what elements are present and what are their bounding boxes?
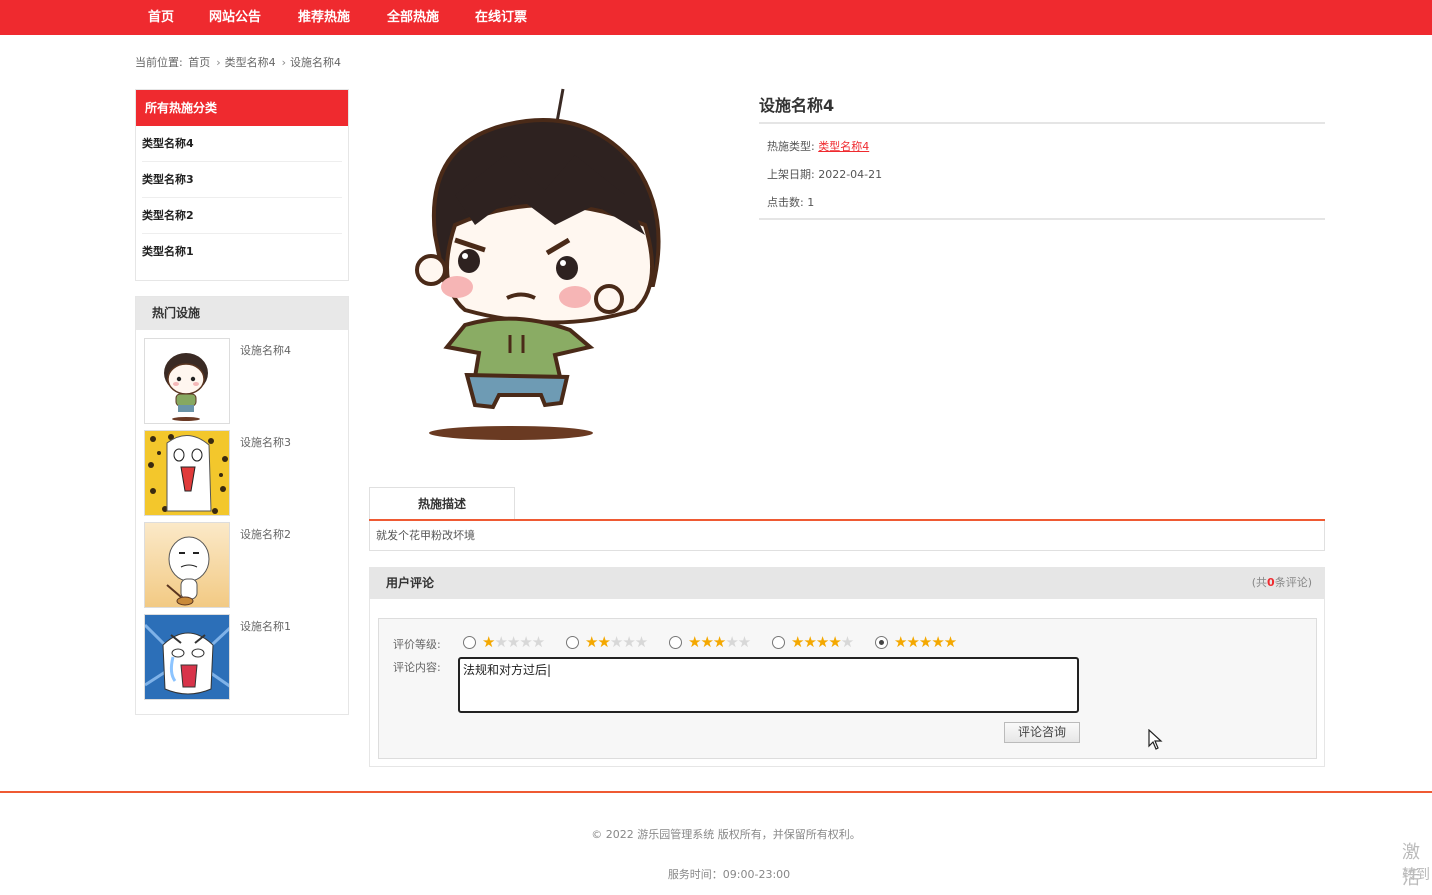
rating-stars-1: ★★★★★: [482, 633, 545, 651]
cartoon-boy-image: [145, 339, 229, 423]
breadcrumb: 当前位置: 首页 › 类型名称4 › 设施名称4: [135, 54, 343, 70]
footer-hours: 服务时间：09:00-23:00: [667, 868, 791, 881]
reviews-count: (共0条评论): [1252, 567, 1312, 599]
hot-facility-item[interactable]: 设施名称4: [144, 338, 344, 426]
hot-facilities-panel: 热门设施 设施名称4 设施名称3 设施名称2 设施名称1: [135, 296, 349, 715]
rating-stars-2: ★★★★★: [585, 633, 648, 651]
category-list: 类型名称4 类型名称3 类型名称2 类型名称1: [136, 126, 348, 270]
cartoon-drummer-image: [145, 523, 229, 607]
facility-thumbnail[interactable]: [144, 614, 230, 700]
footer-copyright: © 2022 游乐园管理系统 版权所有，并保留所有权利。: [591, 828, 861, 841]
category-item[interactable]: 类型名称2: [142, 198, 342, 234]
divider: [759, 122, 1325, 124]
content-label: 评论内容:: [393, 661, 441, 674]
nav-all-facilities[interactable]: 全部热施: [387, 0, 439, 35]
review-content-input[interactable]: 法规和对方过后|: [458, 657, 1079, 713]
rating-stars-4: ★★★★★: [791, 633, 854, 651]
hot-facility-item[interactable]: 设施名称2: [144, 522, 344, 610]
rating-stars-5: ★★★★★: [894, 633, 957, 651]
category-item[interactable]: 类型名称4: [142, 126, 342, 162]
reviews-title: 用户评论: [386, 576, 435, 590]
facility-date-row: 上架日期: 2022-04-21: [767, 166, 882, 182]
facility-thumbnail[interactable]: [144, 430, 230, 516]
chevron-right-icon: ›: [281, 56, 287, 69]
facility-name[interactable]: 设施名称2: [240, 526, 291, 542]
reviews-header: 用户评论 (共0条评论): [369, 567, 1325, 599]
cartoon-boy-large-image: [415, 88, 661, 440]
facility-thumbnail[interactable]: [144, 522, 230, 608]
chevron-right-icon: ›: [216, 56, 221, 69]
tab-description[interactable]: 热施描述: [369, 487, 515, 520]
breadcrumb-category[interactable]: 类型名称4: [225, 56, 276, 69]
breadcrumb-prefix: 当前位置:: [135, 56, 183, 69]
facility-name[interactable]: 设施名称3: [240, 434, 291, 450]
activation-watermark-sub: 转到: [1402, 867, 1430, 883]
nav-home[interactable]: 首页: [148, 0, 174, 35]
reviews-count-prefix: (共: [1251, 576, 1268, 589]
rating-radio-3[interactable]: [669, 636, 682, 649]
mouse-pointer-icon: [1148, 729, 1163, 750]
hot-facilities-title: 热门设施: [136, 297, 348, 330]
category-item[interactable]: 类型名称3: [142, 162, 342, 198]
facility-date-label: 上架日期:: [767, 168, 815, 181]
facility-title: 设施名称4: [759, 96, 835, 115]
facility-type-label: 热施类型:: [767, 140, 815, 153]
cartoon-crying-image: [145, 615, 229, 699]
facility-name[interactable]: 设施名称1: [240, 618, 291, 634]
facility-main-image: [395, 85, 695, 455]
nav-recommended[interactable]: 推荐热施: [298, 0, 350, 35]
category-panel-title: 所有热施分类: [136, 90, 348, 126]
reviews-count-suffix: 条评论): [1274, 576, 1312, 589]
divider: [759, 218, 1325, 220]
nav-announcements[interactable]: 网站公告: [209, 0, 261, 35]
facility-clicks-row: 点击数: 1: [767, 194, 814, 210]
breadcrumb-home[interactable]: 首页: [188, 56, 210, 69]
top-nav-bar: 首页 网站公告 推荐热施 全部热施 在线订票: [0, 0, 1432, 35]
facility-date-value: 2022-04-21: [818, 168, 883, 181]
reviews-count-number: 0: [1267, 576, 1275, 589]
rating-radio-2[interactable]: [566, 636, 579, 649]
rating-stars-3: ★★★★★: [688, 633, 751, 651]
rating-radio-1[interactable]: [463, 636, 476, 649]
nav-online-tickets[interactable]: 在线订票: [475, 0, 527, 35]
category-item[interactable]: 类型名称1: [142, 234, 342, 270]
cartoon-shouting-image: [145, 431, 229, 515]
rating-label: 评价等级:: [393, 638, 441, 651]
facility-thumbnail[interactable]: [144, 338, 230, 424]
submit-review-button[interactable]: 评论咨询: [1004, 722, 1080, 743]
description-text: 就发个花甲粉改坏境: [369, 521, 1325, 551]
rating-radio-5[interactable]: [875, 636, 888, 649]
facility-type-link[interactable]: 类型名称4: [818, 140, 869, 153]
hot-facility-item[interactable]: 设施名称1: [144, 614, 344, 702]
facility-clicks-value: 1: [807, 196, 815, 209]
facility-name[interactable]: 设施名称4: [240, 342, 291, 358]
facility-clicks-label: 点击数:: [767, 196, 804, 209]
rating-radio-4[interactable]: [772, 636, 785, 649]
footer-divider: [0, 791, 1432, 793]
hot-facility-item[interactable]: 设施名称3: [144, 430, 344, 518]
breadcrumb-current: 设施名称4: [290, 56, 342, 69]
category-panel: 所有热施分类 类型名称4 类型名称3 类型名称2 类型名称1: [135, 89, 349, 281]
facility-type-row: 热施类型: 类型名称4: [767, 138, 869, 154]
